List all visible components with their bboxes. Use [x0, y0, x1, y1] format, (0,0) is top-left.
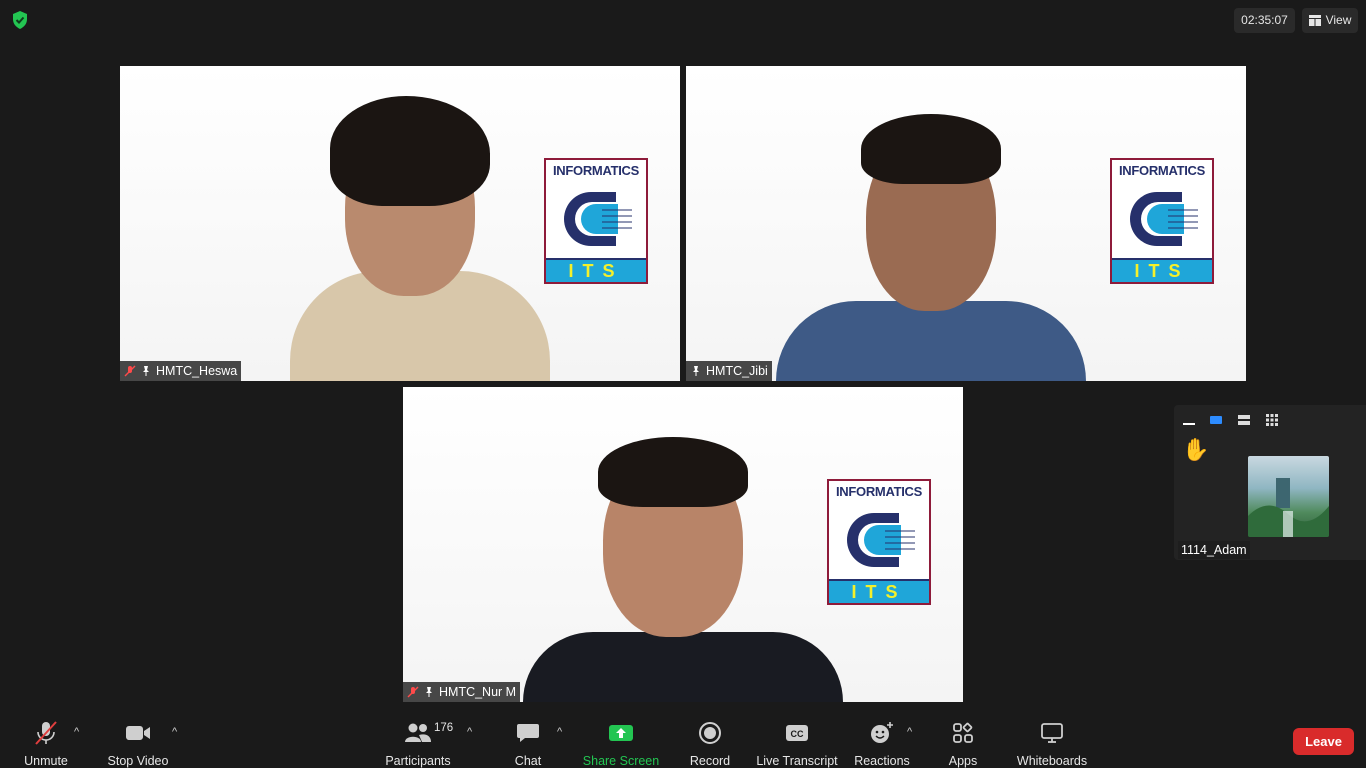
record-icon: [699, 722, 721, 744]
view-label: View: [1325, 13, 1352, 27]
name-tag: HMTC_Heswa: [120, 361, 242, 381]
chat-button[interactable]: Chat: [508, 712, 548, 768]
closed-caption-icon: CC: [786, 725, 808, 741]
participant-video: [513, 387, 853, 702]
video-tile-jibi[interactable]: INFORMATICS ITS HMTC_Jibi: [686, 66, 1246, 381]
top-bar: 02:35:07 View: [0, 0, 1366, 40]
leave-button[interactable]: Leave: [1293, 728, 1354, 755]
view-button[interactable]: View: [1302, 8, 1358, 33]
audio-options-chevron-icon[interactable]: ^: [74, 726, 79, 738]
stop-video-button[interactable]: Stop Video: [104, 712, 172, 768]
informatics-its-logo: INFORMATICS ITS: [827, 479, 931, 605]
reactions-button[interactable]: Reactions: [854, 712, 910, 768]
minimize-icon[interactable]: [1180, 413, 1198, 427]
unmute-button[interactable]: Unmute: [20, 712, 72, 768]
share-screen-button[interactable]: Share Screen: [583, 712, 659, 768]
participant-video: [270, 66, 570, 381]
speaker-view-icon[interactable]: [1207, 413, 1225, 427]
gallery-view-icon[interactable]: [1263, 413, 1281, 427]
chat-options-chevron-icon[interactable]: ^: [557, 726, 562, 738]
participant-video: [766, 66, 1096, 381]
svg-text:CC: CC: [791, 729, 804, 739]
muted-mic-icon: [407, 686, 419, 698]
apps-button[interactable]: Apps: [944, 712, 982, 768]
strip-view-icon[interactable]: [1235, 413, 1253, 427]
share-screen-icon: [609, 725, 633, 741]
apps-icon: [953, 722, 973, 743]
participants-options-chevron-icon[interactable]: ^: [467, 726, 472, 738]
video-camera-icon: [126, 726, 150, 740]
participant-avatar[interactable]: [1248, 456, 1329, 537]
name-tag: HMTC_Nur M: [403, 682, 521, 702]
pin-icon: [143, 366, 149, 376]
muted-mic-icon: [124, 365, 136, 377]
video-tile-nur-m[interactable]: INFORMATICS ITS HMTC_Nur M: [403, 387, 963, 702]
reaction-smiley-icon: [871, 722, 893, 743]
meeting-timer: 02:35:07: [1234, 8, 1295, 33]
whiteboard-icon: [1041, 723, 1063, 743]
raised-hand-icon: ✋: [1182, 437, 1210, 462]
record-button[interactable]: Record: [688, 712, 732, 768]
participants-button[interactable]: Participants: [383, 712, 453, 768]
informatics-its-logo: INFORMATICS ITS: [544, 158, 648, 284]
security-shield-icon[interactable]: [9, 9, 31, 31]
participants-icon: [405, 723, 431, 742]
participant-name: HMTC_Heswa: [156, 364, 238, 378]
meeting-toolbar: Unmute ^ Stop Video ^ Participants 176 ^…: [0, 712, 1366, 768]
grid-view-icon: [1308, 15, 1321, 26]
live-transcript-button[interactable]: CC Live Transcript: [756, 712, 838, 768]
whiteboards-button[interactable]: Whiteboards: [1014, 712, 1090, 768]
reactions-options-chevron-icon[interactable]: ^: [907, 726, 912, 738]
chat-bubble-icon: [517, 724, 539, 742]
video-options-chevron-icon[interactable]: ^: [172, 726, 177, 738]
participants-count: 176: [434, 722, 454, 734]
name-tag: HMTC_Jibi: [686, 361, 772, 381]
participant-name: 1114_Adam: [1178, 541, 1250, 559]
muted-mic-icon: [35, 721, 57, 745]
pin-icon: [693, 366, 699, 376]
participant-name: HMTC_Jibi: [706, 364, 768, 378]
pin-icon: [426, 687, 432, 697]
participant-name: HMTC_Nur M: [439, 685, 517, 699]
floating-thumbnail-panel: ✋ 1114_Adam: [1174, 405, 1366, 560]
informatics-its-logo: INFORMATICS ITS: [1110, 158, 1214, 284]
video-tile-heswa[interactable]: INFORMATICS ITS HMTC_Heswa: [120, 66, 680, 381]
